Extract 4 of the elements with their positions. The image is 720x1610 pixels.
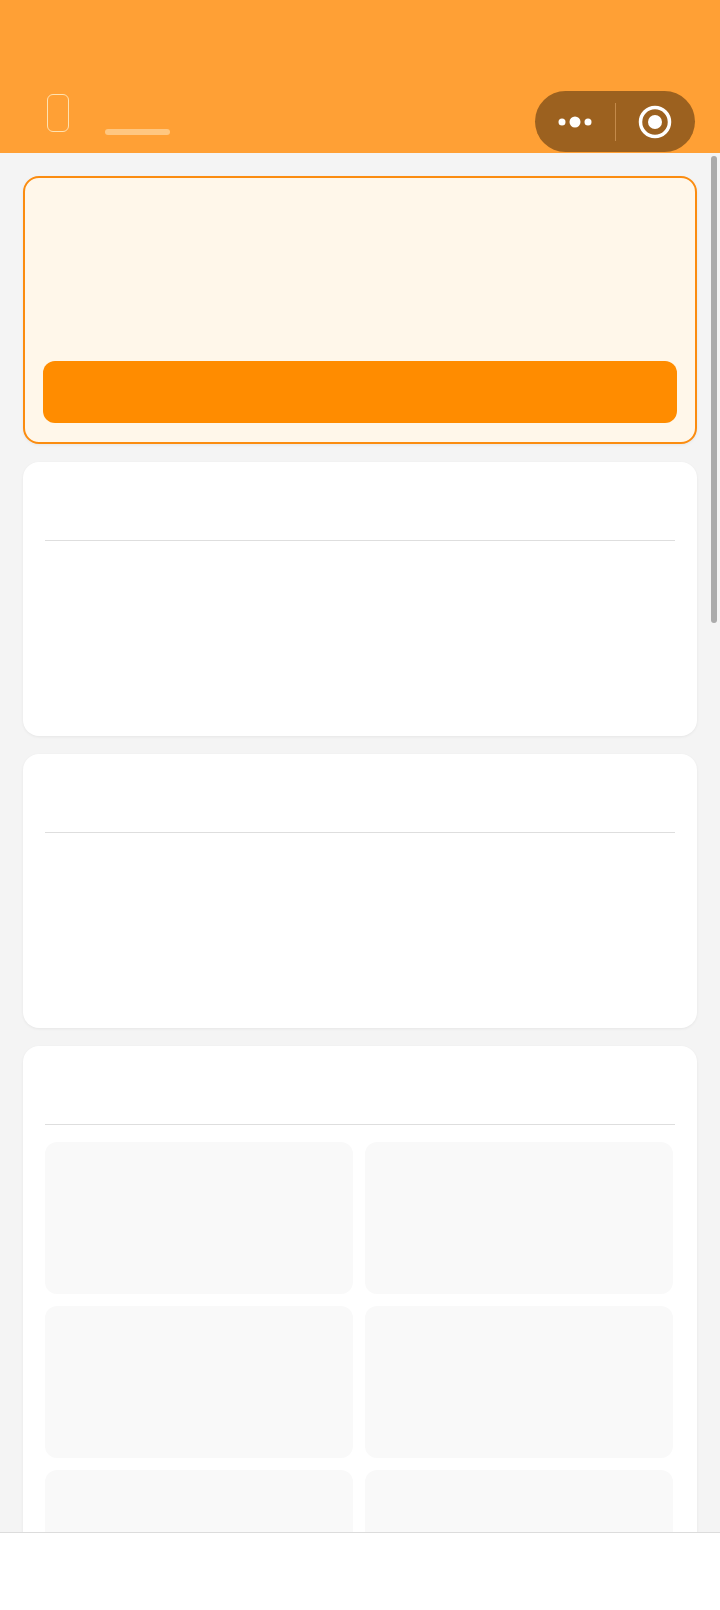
close-icon[interactable] [638, 104, 673, 139]
more-icon[interactable] [557, 115, 592, 128]
scrollbar[interactable] [711, 156, 717, 623]
title-placeholder [105, 129, 170, 135]
